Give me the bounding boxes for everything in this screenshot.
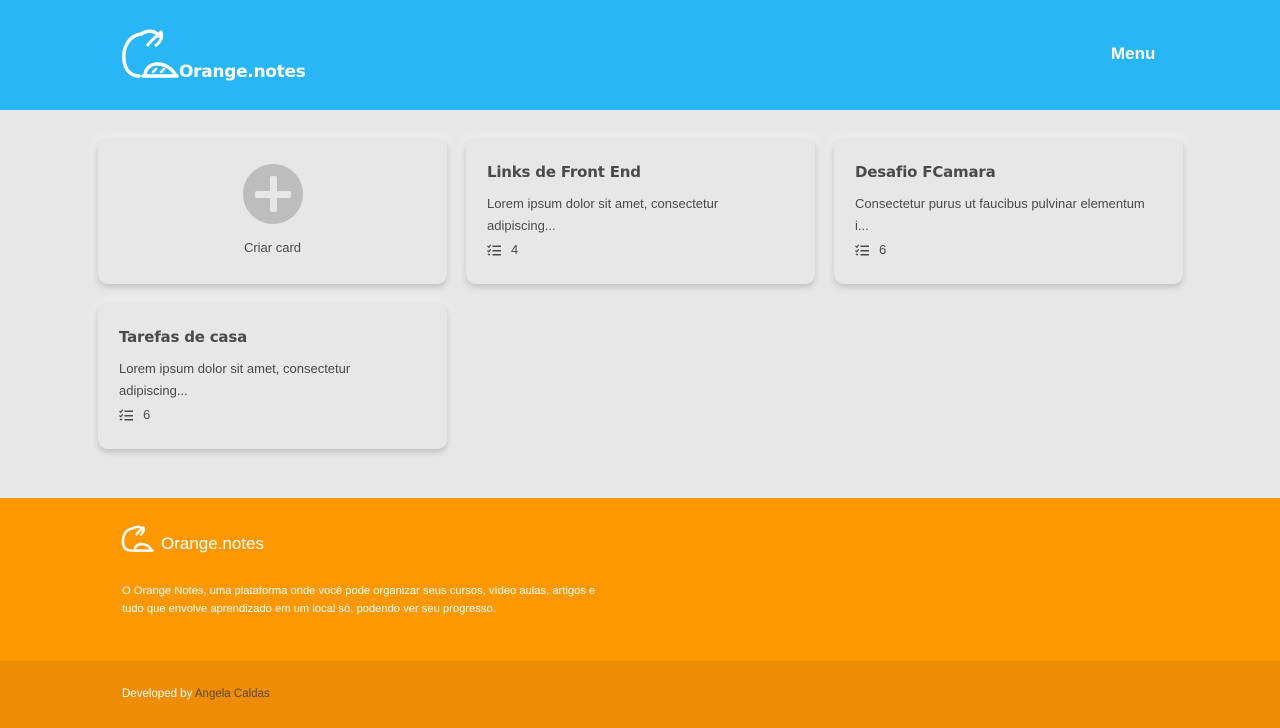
- card-title: Links de Front End: [487, 163, 641, 181]
- card-meta: 6: [119, 407, 150, 422]
- developer-credit: Developed by Angela Caldas: [122, 688, 270, 700]
- card-description: Lorem ipsum dolor sit amet, consectetur …: [119, 361, 351, 398]
- orange-logo-icon: [121, 525, 154, 552]
- card-description: Consectetur purus ut faucibus pulvinar e…: [855, 196, 1145, 233]
- note-card-2[interactable]: Desafio FCamara Consectetur purus ut fau…: [834, 138, 1183, 284]
- card-title: Desafio FCamara: [855, 163, 996, 181]
- note-card-3[interactable]: Tarefas de casa Lorem ipsum dolor sit am…: [98, 303, 447, 449]
- developed-by-label: Developed by: [122, 688, 193, 700]
- card-description: Lorem ipsum dolor sit amet, consectetur …: [487, 196, 719, 233]
- footer-logo-text: Orange.notes: [161, 534, 265, 553]
- orange-logo-icon: [122, 29, 179, 78]
- task-count: 4: [511, 242, 519, 257]
- logo-text: Orange.notes: [179, 62, 306, 82]
- checklist-icon: [487, 243, 501, 255]
- task-count: 6: [143, 407, 151, 422]
- plus-circle-icon: [242, 164, 303, 224]
- card-meta: 6: [855, 242, 886, 257]
- card-title: Tarefas de casa: [119, 328, 247, 346]
- developer-link[interactable]: Angela Caldas: [195, 688, 270, 700]
- note-card-1[interactable]: Links de Front End Lorem ipsum dolor sit…: [466, 138, 815, 284]
- site-footer: Orange.notes O Orange Notes, uma platafo…: [0, 498, 1280, 661]
- card-meta: 4: [487, 242, 518, 257]
- create-card-label: Criar card: [243, 240, 302, 255]
- checklist-icon: [855, 243, 869, 255]
- checklist-icon: [119, 408, 133, 420]
- logo[interactable]: Orange.notes: [121, 26, 306, 84]
- task-count: 6: [879, 242, 887, 257]
- menu-link[interactable]: Menu: [1111, 44, 1155, 64]
- site-header: Orange.notes Menu: [0, 0, 1280, 110]
- footer-description: O Orange Notes, uma plataforma onde você…: [122, 585, 596, 615]
- create-card-button[interactable]: Criar card: [98, 138, 447, 284]
- footer-logo: Orange.notes: [121, 524, 264, 554]
- bottom-bar: Developed by Angela Caldas: [0, 661, 1280, 728]
